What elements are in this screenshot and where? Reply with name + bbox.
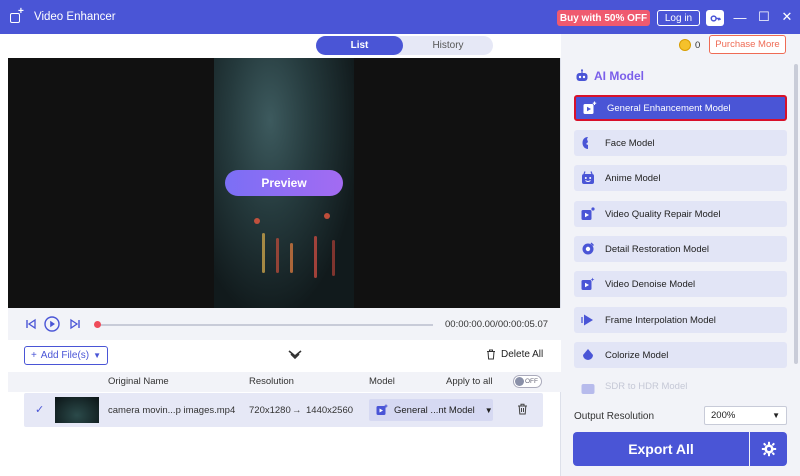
model-label: Anime Model <box>605 172 661 184</box>
credits-count: 0 <box>695 40 701 51</box>
app-title: Video Enhancer <box>34 11 116 23</box>
dropdown-caret-icon: ▼ <box>772 411 780 420</box>
output-resolution-label: Output Resolution <box>574 411 655 422</box>
col-model: Model <box>369 376 395 387</box>
apply-to-all-toggle[interactable]: OFF <box>513 375 542 388</box>
close-button[interactable]: ✕ <box>778 8 796 26</box>
video-preview: Preview <box>8 58 561 308</box>
model-label: General Enhancement Model <box>607 102 731 114</box>
play-icon[interactable] <box>44 316 60 332</box>
col-original-name: Original Name <box>108 376 169 387</box>
model-video-denoise[interactable]: Video Denoise Model <box>574 271 787 297</box>
model-detail-restoration[interactable]: Detail Restoration Model <box>574 236 787 262</box>
model-label: Video Quality Repair Model <box>605 208 721 220</box>
maximize-button[interactable]: ☐ <box>755 8 773 26</box>
export-settings-gear-icon[interactable] <box>750 432 787 466</box>
ai-model-title: AI Model <box>594 69 644 83</box>
add-files-label: Add File(s) <box>40 350 90 361</box>
model-colorize[interactable]: Colorize Model <box>574 342 787 368</box>
model-label: SDR to HDR Model <box>605 381 688 392</box>
dropdown-caret-icon: ▼ <box>93 351 102 360</box>
tab-list[interactable]: List <box>316 36 403 55</box>
face-icon <box>580 135 596 151</box>
right-panel: 0 Purchase More AI Model General Enhance… <box>561 34 800 476</box>
toggle-state: OFF <box>525 377 538 385</box>
frame-icon <box>580 312 596 328</box>
plus-icon: + <box>30 350 37 361</box>
output-resolution-value: 200% <box>711 410 736 421</box>
video-plus-icon <box>376 404 388 416</box>
hdr-icon <box>580 381 596 395</box>
table-row[interactable]: ✓ camera movin...p images.mp4 720x1280 →… <box>24 393 543 427</box>
player-controls: 00:00:00.00/00:00:05.07 <box>8 308 561 340</box>
model-label: Face Model <box>605 137 655 149</box>
toggle-knob <box>515 377 524 386</box>
tab-switch: List History <box>316 36 493 55</box>
dropdown-caret-icon: ▼ <box>484 405 493 415</box>
source-resolution: 720x1280 <box>249 405 291 416</box>
table-header: Original Name Resolution Model Apply to … <box>8 372 561 392</box>
progress-knob[interactable] <box>94 321 101 328</box>
row-trash-icon[interactable] <box>517 403 528 418</box>
progress-track[interactable] <box>96 324 433 326</box>
video-plus-icon <box>582 100 598 116</box>
title-bar: + Video Enhancer Buy with 50% OFF Log in… <box>0 0 800 34</box>
skip-forward-icon[interactable] <box>68 317 82 331</box>
model-sdr-to-hdr[interactable]: SDR to HDR Model <box>574 377 787 395</box>
trash-icon <box>487 349 495 360</box>
robot-icon <box>576 69 588 81</box>
model-general-enhancement[interactable]: General Enhancement Model <box>574 95 787 121</box>
buy-button[interactable]: Buy with 50% OFF <box>557 10 650 26</box>
export-all-button[interactable]: Export All <box>573 432 749 466</box>
preview-button[interactable]: Preview <box>225 170 343 196</box>
file-name: camera movin...p images.mp4 <box>108 405 236 416</box>
colorize-icon <box>580 347 596 363</box>
model-list-scrollbar[interactable] <box>794 64 798 364</box>
col-resolution: Resolution <box>249 376 294 387</box>
target-resolution: 1440x2560 <box>306 405 354 416</box>
video-thumbnail <box>55 397 99 423</box>
row-model-select[interactable]: General ...nt Model ▼ <box>369 399 493 421</box>
file-toolbar: + Add File(s) ▼ Delete All <box>8 340 561 372</box>
model-face[interactable]: Face Model <box>574 130 787 156</box>
row-model-label: General ...nt Model <box>394 404 475 416</box>
delete-all-button[interactable]: Delete All <box>486 349 543 360</box>
add-files-button[interactable]: + Add File(s) ▼ <box>24 346 108 365</box>
apply-to-all-label: Apply to all <box>446 376 493 387</box>
checkmark-icon[interactable]: ✓ <box>35 403 44 416</box>
login-button[interactable]: Log in <box>657 10 700 26</box>
delete-all-label: Delete All <box>501 349 544 360</box>
purchase-more-button[interactable]: Purchase More <box>709 35 786 54</box>
model-label: Detail Restoration Model <box>605 243 710 255</box>
model-video-quality-repair[interactable]: Video Quality Repair Model <box>574 201 787 227</box>
arrow-right-icon: → <box>292 405 302 416</box>
detail-icon <box>580 241 596 257</box>
time-readout: 00:00:00.00/00:00:05.07 <box>445 319 549 330</box>
minimize-button[interactable]: — <box>731 8 749 26</box>
coin-icon <box>679 39 691 51</box>
app-logo-icon: + <box>10 7 24 24</box>
video-repair-icon <box>580 206 596 222</box>
tab-row: List History <box>0 34 560 58</box>
anime-icon <box>580 170 596 186</box>
model-label: Video Denoise Model <box>605 278 696 290</box>
tab-history[interactable]: History <box>403 36 493 55</box>
model-frame-interpolation[interactable]: Frame Interpolation Model <box>574 307 787 333</box>
ai-model-header: AI Model <box>575 69 644 83</box>
collapse-chevron-icon[interactable] <box>288 350 302 363</box>
model-anime[interactable]: Anime Model <box>574 165 787 191</box>
model-label: Colorize Model <box>605 349 669 361</box>
skip-back-icon[interactable] <box>24 317 38 331</box>
denoise-icon <box>580 276 596 292</box>
model-label: Frame Interpolation Model <box>605 314 716 326</box>
output-resolution-select[interactable]: 200% ▼ <box>704 406 787 425</box>
key-icon[interactable] <box>706 10 724 26</box>
